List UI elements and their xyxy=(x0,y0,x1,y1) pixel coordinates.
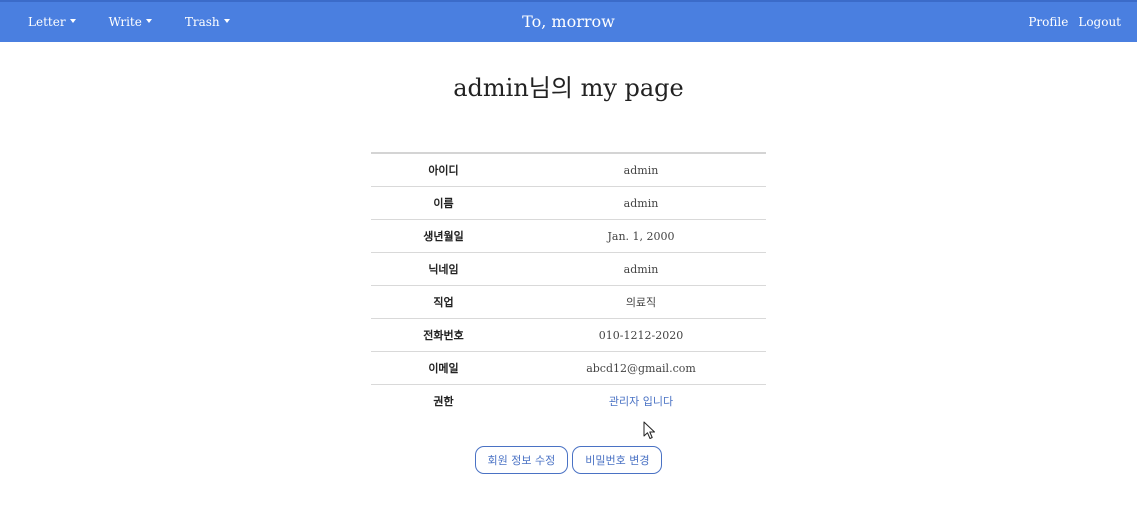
nav-right-links: Profile Logout xyxy=(1018,2,1121,42)
row-value-email: abcd12@gmail.com xyxy=(516,351,766,385)
mouse-pointer-icon xyxy=(643,421,655,439)
table-row: 이메일 abcd12@gmail.com xyxy=(371,351,766,385)
page-title: admin님의 my page xyxy=(453,74,684,102)
brand-link[interactable]: To, morrow xyxy=(522,12,615,31)
table-row: 이름 admin xyxy=(371,186,766,220)
row-label-phone: 전화번호 xyxy=(371,318,516,352)
trash-dropdown[interactable]: Trash xyxy=(185,15,230,29)
row-value-name: admin xyxy=(516,186,766,220)
change-password-button[interactable]: 비밀번호 변경 xyxy=(572,446,663,474)
row-value-role: 관리자 입니다 xyxy=(608,395,674,409)
top-navbar: Letter Write Trash To, morrow Profile Lo… xyxy=(0,0,1137,42)
row-value-birthdate: Jan. 1, 2000 xyxy=(516,219,766,253)
trash-dropdown-label: Trash xyxy=(184,15,220,29)
row-value-job: 의료직 xyxy=(516,285,766,319)
table-row: 전화번호 010-1212-2020 xyxy=(371,318,766,352)
letter-dropdown[interactable]: Letter xyxy=(28,15,76,29)
row-label-email: 이메일 xyxy=(371,351,516,385)
caret-down-icon xyxy=(145,19,152,23)
row-value-nickname: admin xyxy=(516,252,766,286)
letter-dropdown-label: Letter xyxy=(28,15,66,29)
row-label-birthdate: 생년월일 xyxy=(371,219,516,253)
row-label-job: 직업 xyxy=(371,285,516,319)
caret-down-icon xyxy=(69,19,76,23)
table-row: 직업 의료직 xyxy=(371,285,766,319)
caret-down-icon xyxy=(223,19,230,23)
logout-link[interactable]: Logout xyxy=(1078,15,1121,29)
nav-menu-group: Letter Write Trash xyxy=(28,2,263,42)
row-label-name: 이름 xyxy=(371,186,516,220)
profile-table: 아이디 admin 이름 admin 생년월일 Jan. 1, 2000 닉네임… xyxy=(371,152,766,418)
table-row: 권한 관리자 입니다 xyxy=(371,385,766,418)
table-row: 생년월일 Jan. 1, 2000 xyxy=(371,219,766,253)
edit-profile-button[interactable]: 회원 정보 수정 xyxy=(474,446,569,474)
table-row: 아이디 admin xyxy=(371,152,766,187)
action-buttons: 회원 정보 수정 비밀번호 변경 xyxy=(0,446,1137,474)
row-label-id: 아이디 xyxy=(371,152,516,187)
row-value-phone: 010-1212-2020 xyxy=(516,318,766,352)
row-label-nickname: 닉네임 xyxy=(371,252,516,286)
profile-link[interactable]: Profile xyxy=(1028,15,1068,29)
row-label-role: 권한 xyxy=(433,395,454,409)
row-value-id: admin xyxy=(516,152,766,187)
write-dropdown[interactable]: Write xyxy=(109,15,152,29)
write-dropdown-label: Write xyxy=(108,15,142,29)
table-row: 닉네임 admin xyxy=(371,252,766,286)
